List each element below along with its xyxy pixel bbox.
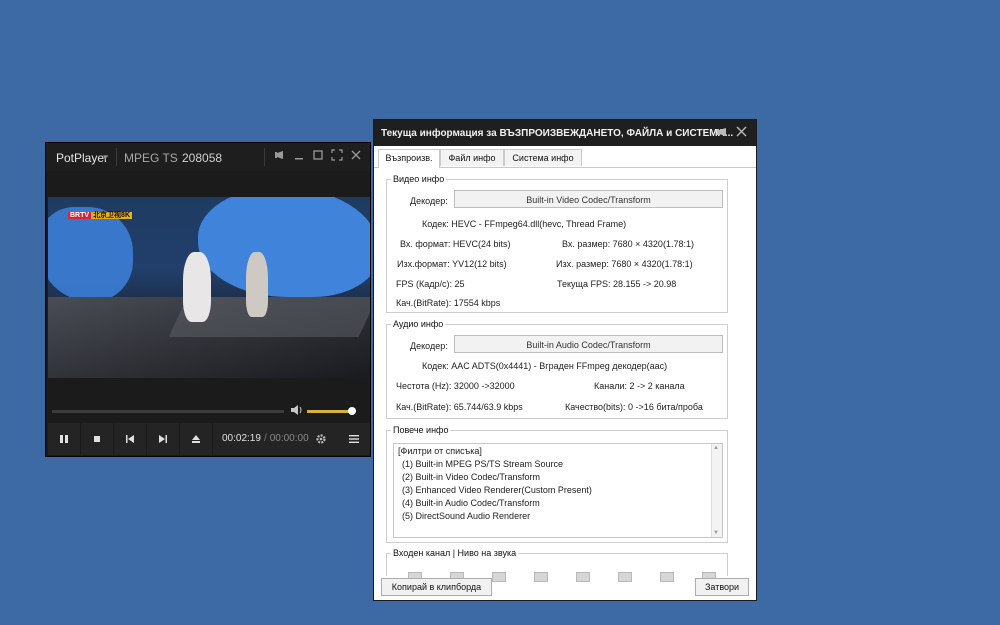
list-item[interactable]: [Филтри от списъка] [398, 446, 482, 456]
volume-slider-knob[interactable] [348, 407, 356, 415]
level-meter [492, 572, 506, 582]
total-time: 00:00:00 [269, 433, 309, 444]
format-label: MPEG TS [124, 151, 178, 165]
audio-codec: Кодек: AAC ADTS(0x4441) - Вграден FFmpeg… [422, 361, 668, 371]
copy-to-clipboard-button[interactable]: Копирай в клипборда [381, 578, 492, 596]
fullscreen-icon[interactable] [330, 149, 344, 163]
dialog-tabs: Възпроизв. Файл инфо Система инфо [374, 147, 756, 168]
pause-button[interactable] [48, 423, 81, 455]
time-display: 00:02:19/00:00:00 [222, 433, 309, 444]
seek-bar[interactable] [52, 410, 284, 413]
menu-icon[interactable] [337, 423, 370, 455]
stop-button[interactable] [81, 423, 114, 455]
dialog-title: Текуща информация за ВЪЗПРОИЗВЕЖДАНЕТО, … [381, 128, 734, 139]
tab-system-info[interactable]: Система инфо [504, 149, 582, 166]
video-in-size: Вх. размер: 7680 × 4320(1.78:1) [562, 239, 694, 249]
video-petal-shape [198, 197, 370, 297]
maximize-icon[interactable] [311, 149, 325, 163]
video-model-front [183, 252, 211, 322]
list-item[interactable]: (2) Built-in Video Codec/Transform [402, 472, 540, 482]
video-current-fps: Текуща FPS: 28.155 -> 20.98 [557, 279, 677, 289]
list-item[interactable]: (1) Built-in MPEG PS/TS Stream Source [402, 459, 563, 469]
playback-info-dialog: Текуща информация за ВЪЗПРОИЗВЕЖДАНЕТО, … [373, 119, 757, 601]
video-info-legend: Видео инфо [393, 174, 445, 184]
chevron-down-icon[interactable]: ▾ [103, 152, 108, 163]
player-controls: 00:02:19/00:00:00 [48, 423, 370, 455]
player-window: PotPlayer ▾ MPEG TS 208058 BRTV 北京卫视8K 0… [45, 142, 371, 457]
list-item[interactable]: (4) Built-in Audio Codec/Transform [402, 498, 540, 508]
audio-decoder-button[interactable]: Built-in Audio Codec/Transform [454, 335, 723, 353]
settings-gear-icon[interactable] [304, 423, 337, 455]
video-bitrate: Кач.(BitRate): 17554 kbps [396, 298, 501, 308]
close-icon[interactable] [349, 149, 363, 163]
player-app-name[interactable]: PotPlayer [56, 151, 108, 165]
audio-info-legend: Аудио инфо [393, 319, 444, 329]
volume-slider[interactable] [307, 410, 352, 413]
current-time: 00:02:19 [222, 433, 261, 444]
video-model-back [246, 252, 268, 317]
audio-bitrate: Кач.(BitRate): 65.744/63.9 kbps [396, 402, 523, 412]
minimize-icon[interactable] [292, 149, 306, 163]
list-item[interactable]: (3) Enhanced Video Renderer(Custom Prese… [402, 485, 592, 495]
audio-info-group: Аудио инфо Декодер: Built-in Audio Codec… [386, 319, 728, 419]
video-hand-shape [48, 207, 133, 302]
divider [116, 148, 117, 166]
bitrate-label: 208058 [182, 151, 223, 165]
audio-decoder-label: Декодер: [410, 341, 448, 351]
dialog-titlebar: Текуща информация за ВЪЗПРОИЗВЕЖДАНЕТО, … [374, 120, 756, 146]
volume-icon[interactable] [291, 405, 303, 418]
video-codec: Кодек: HEVC - FFmpeg64.dll(hevc, Thread … [422, 219, 627, 229]
tab-file-info[interactable]: Файл инфо [440, 149, 504, 166]
audio-levels-group: Входен канал | Ниво на звука [386, 548, 728, 582]
level-meter [660, 572, 674, 582]
previous-button[interactable] [114, 423, 147, 455]
video-decoder-button[interactable]: Built-in Video Codec/Transform [454, 190, 723, 208]
scroll-down-icon[interactable]: ▼ [713, 530, 719, 536]
player-titlebar: PotPlayer ▾ MPEG TS 208058 [46, 143, 370, 171]
video-fps: FPS (Кадр/с): 25 [396, 279, 465, 289]
eject-button[interactable] [180, 423, 213, 455]
level-meter [534, 572, 548, 582]
close-button[interactable]: Затвори [695, 578, 749, 596]
scroll-up-icon[interactable]: ▲ [713, 445, 719, 451]
list-item[interactable]: (5) DirectSound Audio Renderer [402, 511, 530, 521]
video-out-format: Изх.формат: YV12(12 bits) [397, 259, 507, 269]
more-info-legend: Повече инфо [393, 425, 449, 435]
audio-channels: Канали: 2 -> 2 канала [594, 381, 685, 391]
channel-logo-b: 北京卫视8K [91, 212, 133, 219]
audio-quality: Качество(bits): 0 ->16 бита/проба [565, 402, 703, 412]
video-info-group: Видео инфо Декодер: Built-in Video Codec… [386, 174, 728, 313]
channel-logo: BRTV 北京卫视8K [68, 211, 133, 221]
list-scrollbar[interactable]: ▲ ▼ [711, 444, 722, 537]
level-meter [618, 572, 632, 582]
video-out-size: Изх. размер: 7680 × 4320(1.78:1) [556, 259, 693, 269]
video-frame[interactable]: BRTV 北京卫视8K [48, 197, 370, 378]
video-decoder-label: Декодер: [410, 196, 448, 206]
video-in-format: Вх. формат: HEVC(24 bits) [400, 239, 511, 249]
channel-logo-a: BRTV [68, 212, 92, 219]
next-button[interactable] [147, 423, 180, 455]
audio-frequency: Честота (Hz): 32000 ->32000 [396, 381, 515, 391]
audio-levels-legend: Входен канал | Ниво на звука [393, 548, 517, 558]
level-meter [576, 572, 590, 582]
more-info-group: Повече инфо [Филтри от списъка] (1) Buil… [386, 425, 728, 543]
close-icon[interactable] [736, 126, 747, 140]
pin-icon[interactable] [716, 126, 728, 141]
tab-playback[interactable]: Възпроизв. [378, 149, 440, 168]
divider [264, 148, 265, 166]
time-separator: / [263, 433, 267, 444]
filters-list[interactable]: [Филтри от списъка] (1) Built-in MPEG PS… [393, 443, 723, 538]
pin-icon[interactable] [272, 149, 286, 163]
